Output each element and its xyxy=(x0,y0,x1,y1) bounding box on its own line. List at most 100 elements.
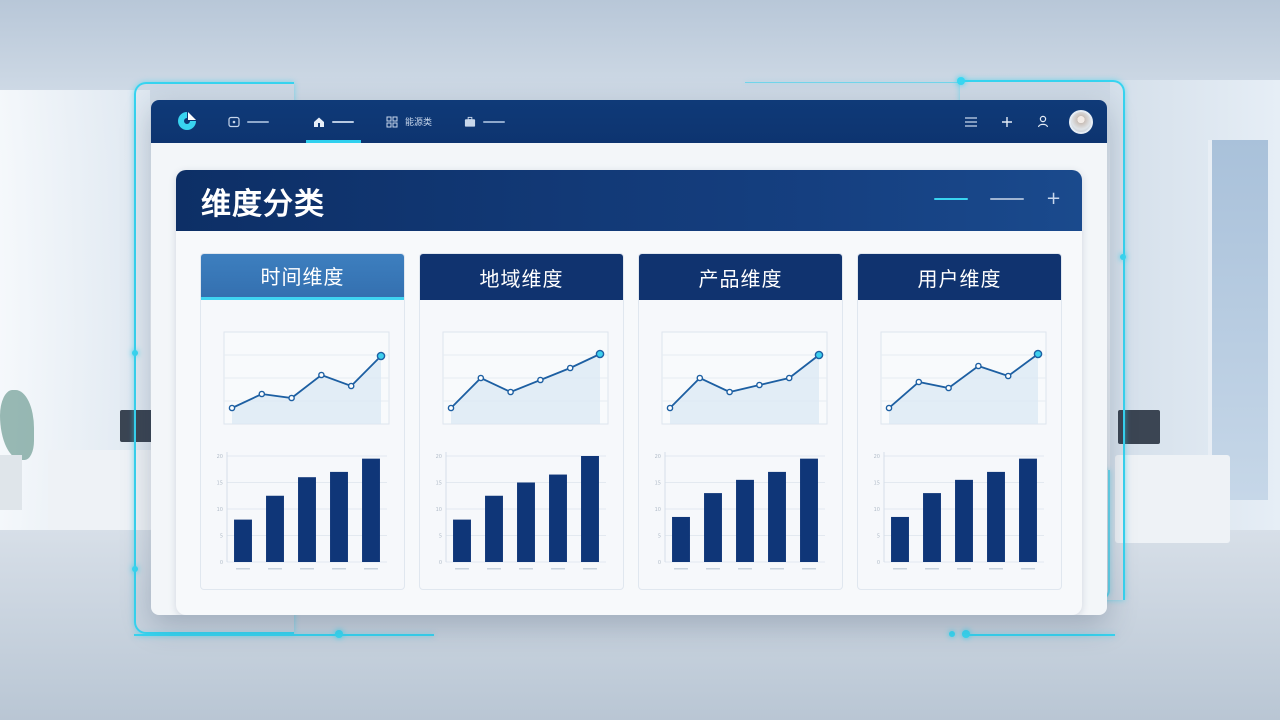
add-button[interactable] xyxy=(989,100,1025,143)
bar-chart-category-placeholder xyxy=(957,568,971,570)
nav-tab-briefcase[interactable] xyxy=(457,100,512,143)
bar-chart-bar xyxy=(266,495,284,562)
bar-chart-tick-label: 5 xyxy=(220,534,223,540)
plus-icon xyxy=(1002,116,1012,127)
dimension-card-product[interactable]: 产品维度 0 5 10 15 20 xyxy=(638,253,843,590)
frame-node-dot xyxy=(949,631,955,637)
frame-node-dot xyxy=(957,77,965,85)
bar-chart-tick-label: 20 xyxy=(217,454,223,460)
bar-chart-bar xyxy=(330,471,348,562)
top-navigation-bar: 能源类 xyxy=(151,100,1107,143)
bar-chart-tick-label: 0 xyxy=(439,560,442,566)
line-chart-point xyxy=(507,388,514,396)
card-charts: 0 5 10 15 20 xyxy=(874,331,1047,570)
bar-chart-tick-label: 20 xyxy=(874,454,880,460)
bar-chart-bar xyxy=(923,493,941,562)
line-chart-point xyxy=(347,382,355,390)
toolbar-right xyxy=(953,100,1107,143)
bar-chart-category-placeholder xyxy=(989,568,1003,570)
nav-tab-home[interactable] xyxy=(306,100,361,143)
nav-tab-screen[interactable] xyxy=(221,100,276,143)
bar-chart-tick-label: 15 xyxy=(436,481,442,487)
user-icon xyxy=(1037,115,1049,128)
line-chart-point xyxy=(376,351,386,361)
line-chart-point xyxy=(477,374,485,382)
bar-chart-category-placeholder xyxy=(674,568,688,570)
nav-tab-placeholder-bar xyxy=(483,120,506,123)
frame-node-dot xyxy=(335,630,343,638)
bar-chart-bar xyxy=(298,477,316,562)
line-chart-point xyxy=(885,404,893,412)
bar-chart-bar xyxy=(987,471,1005,562)
bar-chart-category-placeholder xyxy=(268,568,282,570)
card-charts: 0 5 10 15 20 xyxy=(217,331,390,570)
bar-chart-category-placeholder xyxy=(551,568,565,570)
card-title: 时间维度 xyxy=(201,254,404,300)
bar-chart-bar xyxy=(234,519,252,562)
bar-chart-bar xyxy=(362,458,380,562)
bar-chart-tick-label: 10 xyxy=(655,507,661,513)
bar-chart-category-placeholder xyxy=(1021,568,1035,570)
bar-chart-bar xyxy=(955,479,973,562)
line-chart-point xyxy=(228,404,236,412)
line-chart-point xyxy=(756,381,763,389)
card-charts: 0 5 10 15 20 xyxy=(436,331,609,570)
bar-chart-tick-label: 5 xyxy=(658,534,661,540)
user-button[interactable] xyxy=(1025,100,1061,143)
frame-glow-bottom-right xyxy=(965,634,1115,636)
dashboard-window: 能源类 维度分类 + 时间维度 0 5 10 15 20 地域维度 0 5 10… xyxy=(151,100,1107,615)
nav-tab-energy[interactable]: 能源类 xyxy=(379,100,439,143)
panel-header: 维度分类 + xyxy=(176,170,1082,231)
line-chart-point xyxy=(814,350,824,360)
frame-node-dot xyxy=(1120,254,1126,260)
bar-chart-category-placeholder xyxy=(332,568,346,570)
bar-chart-category-placeholder xyxy=(770,568,784,570)
bar-chart-tick-label: 0 xyxy=(658,560,661,566)
dimension-card-time[interactable]: 时间维度 0 5 10 15 20 xyxy=(200,253,405,590)
bar-chart-bar xyxy=(485,495,503,562)
panel-add-icon[interactable]: + xyxy=(1046,190,1061,208)
line-chart-point xyxy=(666,404,674,412)
bar-chart-category-placeholder xyxy=(893,568,907,570)
panel-minimize[interactable] xyxy=(990,198,1024,200)
bar-chart-tick-label: 5 xyxy=(439,534,442,540)
bar-chart-category-placeholder xyxy=(925,568,939,570)
bar-chart-bar xyxy=(768,471,786,562)
frame-node-dot xyxy=(132,566,138,572)
card-title: 用户维度 xyxy=(858,254,1061,300)
avatar[interactable] xyxy=(1069,109,1093,134)
bar-chart-category-placeholder xyxy=(706,568,720,570)
bar-chart-bar xyxy=(1019,458,1037,562)
line-chart-point xyxy=(288,394,295,402)
bar-chart-bar xyxy=(672,516,690,562)
grid-icon xyxy=(386,116,398,128)
bar-chart-category-placeholder xyxy=(519,568,533,570)
nav-tab-label: 能源类 xyxy=(405,118,433,128)
panel-minimize-active[interactable] xyxy=(934,198,968,200)
nav-tab-placeholder-bar xyxy=(247,120,269,123)
line-chart-point xyxy=(696,374,704,382)
dimension-card-user[interactable]: 用户维度 0 5 10 15 20 xyxy=(857,253,1062,590)
panel-controls: + xyxy=(934,190,1061,208)
card-title: 地域维度 xyxy=(420,254,623,300)
bar-chart-tick-label: 10 xyxy=(436,507,442,513)
bar-chart-category-placeholder xyxy=(583,568,597,570)
bar-chart-tick-label: 0 xyxy=(877,560,880,566)
logo-icon[interactable] xyxy=(176,110,198,132)
bar-chart-tick-label: 10 xyxy=(874,507,880,513)
line-chart-point xyxy=(447,404,455,412)
dimension-panel: 维度分类 + 时间维度 0 5 10 15 20 地域维度 0 5 10 15 20 产品维度 … xyxy=(176,170,1082,615)
bar-chart-tick-label: 20 xyxy=(436,454,442,460)
bar-chart-category-placeholder xyxy=(802,568,816,570)
screen-icon xyxy=(228,116,240,128)
dimension-cards: 时间维度 0 5 10 15 20 地域维度 0 5 10 15 20 产品维度 0 5 10 15 2… xyxy=(200,253,1062,590)
dimension-card-region[interactable]: 地域维度 0 5 10 15 20 xyxy=(419,253,624,590)
line-chart-point xyxy=(915,378,923,386)
frame-node-dot xyxy=(962,630,970,638)
line-chart-point xyxy=(566,364,574,372)
line-chart-point xyxy=(537,376,544,384)
bar-chart-bar xyxy=(549,474,567,562)
nav-tabs: 能源类 xyxy=(221,100,512,143)
menu-button[interactable] xyxy=(953,100,989,143)
bar-chart-category-placeholder xyxy=(364,568,378,570)
